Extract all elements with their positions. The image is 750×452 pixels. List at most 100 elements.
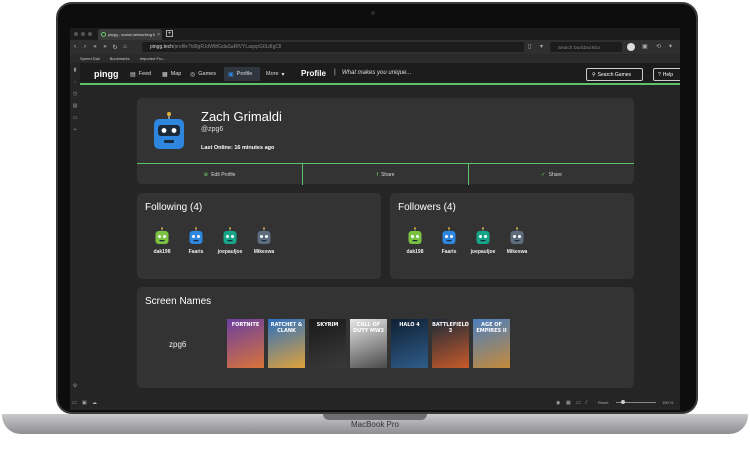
close-window-button[interactable]	[74, 32, 78, 36]
last-online-value: 16 minutes ago	[234, 145, 275, 151]
zoom-slider-thumb[interactable]	[621, 400, 625, 404]
game-cover[interactable]: AGE OF EMPIRES II	[473, 319, 510, 368]
nav-profile[interactable]: ▣ Profile	[224, 67, 260, 81]
screen-names-title: Screen Names	[145, 296, 212, 307]
settings-gear-icon[interactable]: ⚙	[72, 383, 78, 389]
share-facebook-label: Share	[381, 171, 395, 178]
rewind-icon[interactable]: «	[90, 44, 100, 50]
bookmark-bookmarks[interactable]: Bookmarks	[110, 56, 130, 61]
camera-capture-icon[interactable]: ◉	[556, 400, 560, 406]
user-name: joepauljoe	[470, 249, 496, 255]
user-item[interactable]: dak198	[402, 227, 428, 255]
user-name: Mikeswa	[506, 249, 528, 255]
user-item[interactable]: joepauljoe	[217, 227, 243, 255]
reload-icon[interactable]: ↻	[110, 44, 120, 51]
followers-card: Followers (4) dak198 Faaris joepauljoe Mike…	[390, 193, 634, 279]
extensions-icon[interactable]: ▣	[642, 43, 648, 50]
maximize-window-button[interactable]	[88, 32, 92, 36]
game-cover[interactable]: HALO 4	[391, 319, 428, 368]
share-twitter-button[interactable]: ✓ Share	[469, 164, 634, 185]
profile-card: Zach Grimaldi @zpg6 Last Online: 16 minu…	[137, 98, 634, 185]
fast-forward-icon[interactable]: »	[100, 44, 110, 50]
window-icon[interactable]: ▣	[82, 400, 87, 406]
game-cover[interactable]: CALL OF DUTY MW3	[350, 319, 387, 368]
edit-profile-button[interactable]: ⊕ Edit Profile	[137, 164, 303, 185]
profile-handle: @zpg6	[201, 126, 224, 133]
browser-tab[interactable]: pingg - social networking fo ×	[98, 29, 162, 40]
search-games-button[interactable]: ⚲ Search Games	[586, 68, 643, 81]
tab-close-icon[interactable]: ×	[157, 32, 160, 38]
game-title: SKYRIM	[316, 322, 339, 328]
back-icon[interactable]: ‹	[70, 44, 80, 50]
zoom-reset[interactable]: Reset	[598, 400, 608, 405]
share-facebook-button[interactable]: f Share	[303, 164, 469, 185]
user-avatar-robot-icon	[442, 227, 456, 244]
user-item[interactable]: Faaris	[436, 227, 462, 255]
nav-games[interactable]: ◎ Games	[186, 67, 220, 81]
map-icon: ▦	[162, 71, 168, 78]
forward-icon[interactable]: ›	[80, 44, 90, 50]
site-logo[interactable]: pingg	[94, 69, 119, 79]
history-icon[interactable]: ◷	[72, 91, 78, 97]
bookmark-icon[interactable]: ▯	[528, 43, 531, 50]
panel-toggle-icon[interactable]: ▭	[72, 400, 77, 406]
bookmarks-panel-icon[interactable]: ▮	[72, 67, 78, 73]
screen-name: zpg6	[169, 340, 187, 349]
game-cover[interactable]: SKYRIM	[309, 319, 346, 368]
page-actions-icon[interactable]: ⁄	[586, 400, 587, 406]
gamepad-icon: ◎	[190, 71, 196, 78]
nav-games-label: Games	[198, 71, 216, 77]
nav-more[interactable]: More ▾	[262, 67, 289, 81]
edit-profile-label: Edit Profile	[211, 171, 236, 178]
page-tiling-icon[interactable]: ▭	[576, 400, 581, 406]
image-icon[interactable]: ▦	[566, 400, 571, 406]
last-online-label: Last Online:	[201, 145, 233, 151]
user-item[interactable]: Mikeswa	[504, 227, 530, 255]
user-avatar-robot-icon	[408, 227, 422, 244]
screen-names-card: Screen Names zpg6 FORTNITE RATCHET & CLAN…	[137, 287, 634, 388]
puzzle-icon[interactable]: ✦	[668, 43, 673, 50]
cloud-icon[interactable]: ☁	[92, 400, 97, 406]
user-avatar-robot-icon	[510, 227, 524, 244]
user-name: Faaris	[441, 249, 457, 255]
game-list: FORTNITE RATCHET & CLANK SKYRIM CALL OF DUT…	[227, 319, 510, 368]
window-panel-icon[interactable]: ▭	[72, 115, 78, 121]
sync-icon[interactable]: ⟲	[656, 43, 661, 50]
dropdown-icon[interactable]: ▾	[540, 43, 543, 50]
game-cover[interactable]: BATTLEFIELD 3	[432, 319, 469, 368]
browser-nav-bar: ‹ › « » ↻ ⌂ pingg.tech/profile?id9gRJdWM…	[70, 40, 680, 54]
help-label: Help	[662, 71, 674, 78]
nav-feed[interactable]: ▤ Feed	[126, 67, 155, 81]
user-item[interactable]: dak198	[149, 227, 175, 255]
help-icon: ?	[658, 71, 661, 78]
address-bar[interactable]: pingg.tech/profile?id9gRJdWMGdaSaRfVYLaq…	[142, 42, 524, 52]
user-name: dak198	[153, 249, 171, 255]
site-header: pingg ▤ Feed ▦ Map ◎ Games ▣ Profile Mor…	[80, 63, 680, 85]
minimize-window-button[interactable]	[81, 32, 85, 36]
search-field[interactable]: Search DuckDuckGo	[550, 42, 622, 52]
game-cover[interactable]: FORTNITE	[227, 319, 264, 368]
tab-title: pingg - social networking fo	[107, 32, 156, 37]
profile-name: Zach Grimaldi	[201, 109, 282, 124]
browser-status-bar: ▭ ▣ ☁ ◉ ▦ ▭ ⁄ Reset 100 %	[70, 396, 680, 410]
user-item[interactable]: Faaris	[183, 227, 209, 255]
notes-icon[interactable]: ▤	[72, 103, 78, 109]
search-icon: ⚲	[592, 71, 596, 78]
downloads-icon[interactable]: ↓	[72, 79, 78, 85]
help-button[interactable]: ? Help	[653, 68, 680, 81]
user-avatar-icon[interactable]	[627, 43, 635, 51]
user-item[interactable]: Mikeswa	[251, 227, 277, 255]
profile-actions: ⊕ Edit Profile f Share ✓ Share	[137, 163, 634, 185]
laptop-brand: MacBook Pro	[350, 420, 400, 429]
home-icon[interactable]: ⌂	[120, 44, 130, 50]
bookmark-imported[interactable]: Imported Fro...	[140, 56, 166, 61]
add-panel-icon[interactable]: +	[72, 127, 78, 133]
page-tagline: What makes you unique...	[342, 70, 412, 76]
game-cover[interactable]: RATCHET & CLANK	[268, 319, 305, 368]
new-tab-button[interactable]: +	[166, 30, 173, 37]
game-title: HALO 4	[399, 322, 420, 328]
nav-map[interactable]: ▦ Map	[158, 67, 185, 81]
bookmark-speed-dial[interactable]: Speed Dial	[80, 56, 100, 61]
page-title: Profile	[301, 69, 326, 78]
user-item[interactable]: joepauljoe	[470, 227, 496, 255]
